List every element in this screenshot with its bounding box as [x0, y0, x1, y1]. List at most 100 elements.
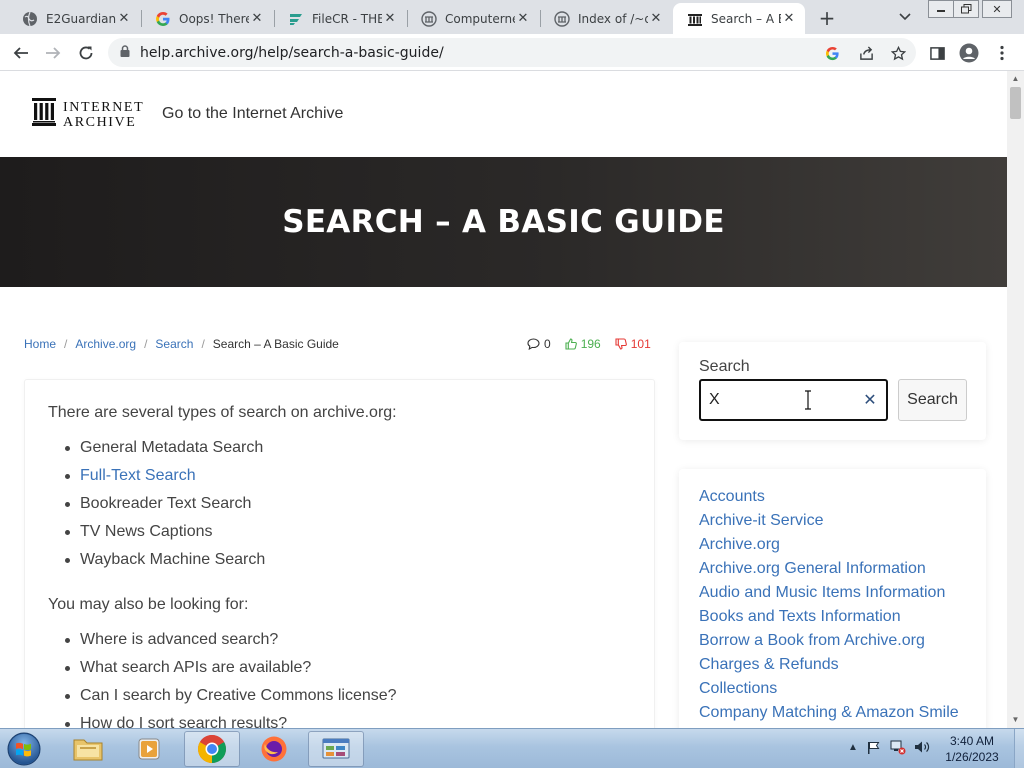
address-bar[interactable]: help.archive.org/help/search-a-basic-gui…	[108, 38, 916, 67]
also-looking-list: Where is advanced search? What search AP…	[65, 626, 397, 728]
tab-close-icon[interactable]: ✕	[116, 11, 132, 27]
tab-close-icon[interactable]: ✕	[648, 11, 664, 27]
network-icon[interactable]	[890, 739, 906, 755]
sidebar-categories: Accounts Archive-it Service Archive.org …	[679, 469, 986, 728]
url-text: help.archive.org/help/search-a-basic-gui…	[140, 44, 444, 61]
category-link[interactable]: Audio and Music Items Information	[699, 581, 959, 605]
breadcrumb-current: Search – A Basic Guide	[212, 337, 339, 351]
tab-close-icon[interactable]: ✕	[515, 11, 531, 27]
forward-button[interactable]	[40, 40, 66, 66]
volume-icon[interactable]	[914, 739, 930, 755]
site-header: INTERNET ARCHIVE Go to the Internet Arch…	[0, 71, 1007, 157]
globe-icon	[22, 11, 38, 27]
tab-close-icon[interactable]: ✕	[781, 11, 797, 27]
logo-line-2: ARCHIVE	[63, 114, 137, 130]
tab-e2guardian[interactable]: E2Guardian ✕	[8, 3, 140, 34]
dislike-count[interactable]: 101	[615, 337, 651, 351]
tab-title: Search – A B	[711, 11, 781, 26]
list-item: How do I sort search results?	[65, 710, 397, 728]
also-looking-heading: You may also be looking for:	[48, 596, 249, 613]
archive-icon	[554, 10, 570, 27]
tab-oops[interactable]: Oops! There ✕	[141, 3, 273, 34]
tray-overflow-icon[interactable]: ▲	[845, 739, 861, 755]
list-item: General Metadata Search	[64, 434, 265, 462]
clock-time: 3:40 AM	[949, 734, 995, 748]
tab-filecr[interactable]: FileCR - THE ✕	[274, 3, 406, 34]
go-to-internet-archive-link[interactable]: Go to the Internet Archive	[162, 105, 343, 123]
page-viewport: INTERNET ARCHIVE Go to the Internet Arch…	[0, 71, 1007, 728]
share-icon[interactable]	[856, 43, 876, 63]
tab-search-chevron-icon[interactable]	[894, 6, 916, 28]
like-count[interactable]: 196	[565, 337, 601, 351]
category-link[interactable]: Charges & Refunds	[699, 653, 959, 677]
comment-count[interactable]: 0	[527, 337, 551, 351]
minimize-button[interactable]	[928, 0, 954, 18]
list-item: TV News Captions	[64, 518, 265, 546]
breadcrumb-home[interactable]: Home	[24, 337, 56, 351]
search-button[interactable]: Search	[898, 379, 967, 421]
taskbar-chrome[interactable]	[184, 731, 240, 767]
search-input[interactable]	[699, 379, 888, 421]
control-panel-icon	[322, 738, 350, 759]
start-button[interactable]	[4, 731, 44, 767]
category-link[interactable]: Archive-it Service	[699, 509, 959, 533]
breadcrumb-separator: /	[64, 337, 68, 351]
category-link[interactable]: Archive.org General Information	[699, 557, 959, 581]
restore-button[interactable]	[953, 0, 979, 18]
browser-toolbar: help.archive.org/help/search-a-basic-gui…	[0, 34, 1024, 71]
thumbs-down-icon	[615, 338, 627, 350]
article-intro: There are several types of search on arc…	[48, 404, 397, 421]
browser-tab-strip: E2Guardian ✕ Oops! There ✕ FileCR - THE …	[0, 0, 1024, 34]
close-window-button[interactable]: ✕	[982, 0, 1012, 18]
tab-close-icon[interactable]: ✕	[249, 11, 265, 27]
breadcrumb: Home / Archive.org / Search / Search – A…	[24, 337, 339, 351]
taskbar-firefox[interactable]	[246, 731, 302, 767]
category-link[interactable]: Accounts	[699, 485, 959, 509]
dislike-count-value: 101	[630, 337, 651, 351]
google-lens-icon[interactable]	[822, 43, 842, 63]
full-text-search-link[interactable]: Full-Text Search	[64, 462, 265, 490]
side-panel-icon[interactable]	[924, 40, 950, 66]
tab-close-icon[interactable]: ✕	[382, 11, 398, 27]
breadcrumb-search[interactable]: Search	[155, 337, 193, 351]
taskbar-media-player[interactable]	[122, 731, 178, 767]
taskbar-file-explorer[interactable]	[60, 731, 116, 767]
tab-title: Index of /~d	[578, 11, 648, 26]
list-item: Wayback Machine Search	[64, 546, 265, 574]
show-desktop-button[interactable]	[1014, 729, 1024, 768]
sidebar-search-card: Search ✕ Search	[679, 342, 986, 440]
breadcrumb-archive-org[interactable]: Archive.org	[75, 337, 136, 351]
back-button[interactable]	[8, 40, 34, 66]
scroll-down-icon[interactable]: ▼	[1011, 715, 1020, 724]
firefox-icon	[261, 736, 287, 762]
tab-computerne[interactable]: Computerne ✕	[407, 3, 539, 34]
category-link[interactable]: Archive.org	[699, 533, 959, 557]
new-tab-button[interactable]: +	[814, 5, 840, 31]
menu-kebab-icon[interactable]	[989, 40, 1015, 66]
archive-building-icon	[32, 98, 56, 131]
category-link[interactable]: Books and Texts Information	[699, 605, 959, 629]
category-link[interactable]: Collections	[699, 677, 959, 701]
list-item: Where is advanced search?	[65, 626, 397, 654]
logo-wordmark: INTERNET ARCHIVE	[63, 100, 144, 130]
tab-search-basic-guide[interactable]: Search – A B ✕	[673, 3, 805, 34]
tab-title: Oops! There	[179, 11, 249, 26]
taskbar-clock[interactable]: 3:40 AM 1/26/2023	[936, 733, 1008, 765]
scroll-up-icon[interactable]: ▲	[1011, 74, 1020, 83]
action-center-flag-icon[interactable]	[866, 739, 882, 755]
category-link[interactable]: Company Matching & Amazon Smile	[699, 701, 959, 725]
category-link[interactable]: Borrow a Book from Archive.org	[699, 629, 959, 653]
clear-search-icon[interactable]: ✕	[861, 390, 879, 409]
breadcrumb-separator: /	[201, 337, 205, 351]
tab-index-of[interactable]: Index of /~d ✕	[540, 3, 672, 34]
breadcrumb-separator: /	[144, 337, 148, 351]
scrollbar-thumb[interactable]	[1010, 87, 1021, 119]
filecr-icon	[288, 11, 304, 27]
taskbar-control-panel[interactable]	[308, 731, 364, 767]
reload-button[interactable]	[73, 40, 99, 66]
bookmark-star-icon[interactable]	[888, 43, 908, 63]
page-scrollbar[interactable]: ▲ ▼	[1007, 71, 1024, 728]
internet-archive-logo[interactable]: INTERNET ARCHIVE	[32, 98, 144, 131]
profile-avatar-icon[interactable]	[956, 40, 982, 66]
lock-icon[interactable]	[120, 44, 130, 62]
